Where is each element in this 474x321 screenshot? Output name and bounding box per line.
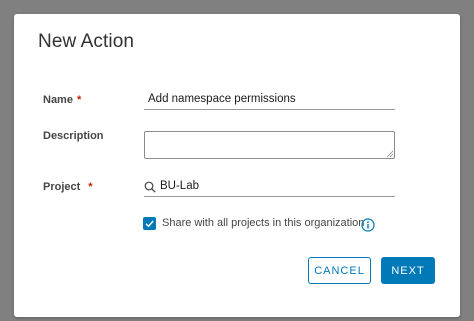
project-label-text: Project xyxy=(43,181,81,193)
info-icon[interactable] xyxy=(361,218,375,232)
project-value: BU-Lab xyxy=(160,180,199,192)
name-input-value: Add namespace permissions xyxy=(148,93,296,105)
required-marker: * xyxy=(76,94,82,106)
cancel-button[interactable]: CANCEL xyxy=(308,257,371,284)
checkmark-icon xyxy=(145,220,154,228)
name-input[interactable]: Add namespace permissions xyxy=(144,91,395,110)
resize-grip-icon[interactable] xyxy=(386,150,393,157)
share-checkbox-label[interactable]: Share with all projects in this organiza… xyxy=(162,217,364,229)
required-marker: * xyxy=(88,181,93,193)
project-label: Project * xyxy=(43,181,93,193)
dialog-title: New Action xyxy=(38,31,135,52)
description-textarea[interactable] xyxy=(144,131,395,159)
search-icon xyxy=(144,181,156,193)
next-button[interactable]: NEXT xyxy=(381,257,435,284)
project-search-input[interactable]: BU-Lab xyxy=(144,178,395,197)
new-action-dialog: New Action Name * Add namespace permissio… xyxy=(14,14,460,317)
name-label-text: Name xyxy=(43,94,73,106)
share-checkbox[interactable] xyxy=(143,217,156,230)
name-label: Name * xyxy=(43,94,81,106)
description-label: Description xyxy=(43,130,104,142)
